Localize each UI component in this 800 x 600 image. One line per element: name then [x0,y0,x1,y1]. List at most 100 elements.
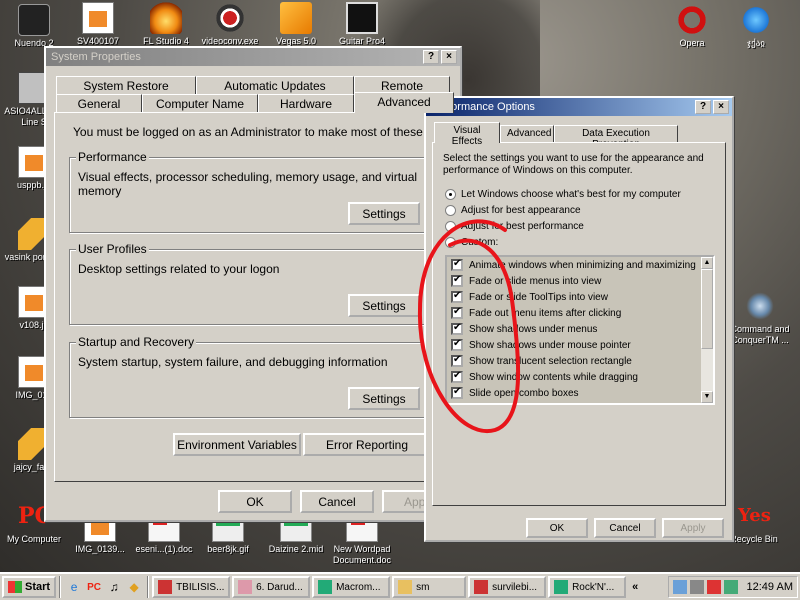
list-item[interactable]: Show window contents while dragging [451,370,638,383]
desktop-icon-label: Daizine 2.mid [268,544,324,554]
tag-quicklaunch-icon[interactable]: ◆ [125,578,143,596]
radio-label: Let Windows choose what's best for my co… [461,189,681,200]
list-item[interactable]: Show shadows under mouse pointer [451,338,631,351]
taskbar-button-label: survilebi... [492,581,538,593]
checkbox[interactable] [451,386,463,399]
radio-option[interactable]: Let Windows choose what's best for my co… [445,189,681,200]
tab-system-restore[interactable]: System Restore [56,76,196,94]
system-properties-window[interactable]: System Properties ? × System Restore Aut… [44,46,462,522]
close-button[interactable]: × [441,50,457,64]
checkbox[interactable] [451,306,463,319]
scroll-down-button[interactable]: ▼ [701,391,713,403]
visual-effects-list[interactable]: Animate windows when minimizing and maxi… [445,255,715,405]
checkbox-label: Show shadows under menus [469,323,598,335]
user-profiles-settings-button[interactable]: Settings [348,294,420,317]
cancel-button[interactable]: Cancel [300,490,374,513]
radio-option[interactable]: Custom: [445,237,498,248]
tab-automatic-updates[interactable]: Automatic Updates [196,76,354,94]
my-computer-quicklaunch-icon[interactable]: PC [85,578,103,596]
tab-computer-name[interactable]: Computer Name [142,94,258,112]
list-item[interactable]: Animate windows when minimizing and maxi… [451,258,696,271]
tab-general[interactable]: General [56,94,142,112]
desktop-icon[interactable]: SV400107 [60,2,136,47]
cancel-button[interactable]: Cancel [594,518,656,538]
ok-button[interactable]: OK [526,518,588,538]
desktop-icon[interactable]: Guitar Pro4 [324,2,400,47]
startup-recovery-label: Startup and Recovery [76,335,197,349]
taskbar-button[interactable]: TBILISIS... [152,576,231,598]
list-scrollbar[interactable]: ▲ ▼ [701,257,713,403]
close-button[interactable]: × [713,100,729,114]
help-button[interactable]: ? [423,50,439,64]
radio-option[interactable]: Adjust for best performance [445,221,584,232]
taskbar-button[interactable]: survilebi... [468,576,547,598]
nuendo-icon [18,4,50,36]
taskbar-separator [147,576,150,598]
performance-options-titlebar[interactable]: Performance Options ? × [426,98,732,116]
startup-recovery-settings-button[interactable]: Settings [348,387,420,410]
desktop-icon[interactable]: Vegas 5.0 [258,2,334,47]
taskbar-button[interactable]: Rock'N'... [548,576,627,598]
help-button[interactable]: ? [695,100,711,114]
taskbar: Start e PC ♫ ◆ TBILISIS... 6. Darud... Mac… [0,572,800,600]
ok-button[interactable]: OK [218,490,292,513]
list-item[interactable]: Fade or slide ToolTips into view [451,290,608,303]
list-item[interactable]: Fade out menu items after clicking [451,306,621,319]
network-icon[interactable] [672,580,687,594]
shield-icon[interactable] [706,580,721,594]
radio-button[interactable] [445,189,456,200]
performance-group: Performance Visual effects, processor sc… [69,150,445,233]
performance-settings-button[interactable]: Settings [348,202,420,225]
radio-button[interactable] [445,237,456,248]
desktop: Nuendo 2 ASIO4ALL Off-Line Susppb.jp vasin… [0,0,800,572]
taskbar-button[interactable]: sm [392,576,467,598]
system-properties-titlebar[interactable]: System Properties ? × [46,48,460,66]
tab-data-execution-prevention[interactable]: Data Execution Prevention [554,125,678,150]
ie-quicklaunch-icon[interactable]: e [65,578,83,596]
taskbar-button-label: 6. Darud... [256,581,303,593]
checkbox[interactable] [451,322,463,335]
taskbar-button[interactable]: Macrom... [312,576,391,598]
apply-button[interactable]: Apply [662,518,724,538]
list-item[interactable]: Show translucent selection rectangle [451,354,632,367]
start-button[interactable]: Start [2,576,57,598]
tab-advanced[interactable]: Advanced [500,125,554,143]
list-item[interactable]: Show shadows under menus [451,322,598,335]
app-icon [554,580,569,594]
tab-advanced[interactable]: Advanced [354,92,454,113]
checkbox[interactable] [451,338,463,351]
film-icon [346,2,378,34]
monitor-icon[interactable] [723,580,738,594]
volume-icon[interactable] [689,580,704,594]
startup-recovery-desc: System startup, system failure, and debu… [78,355,388,369]
scroll-up-button[interactable]: ▲ [701,257,713,269]
scroll-thumb[interactable] [701,269,713,349]
checkbox[interactable] [451,258,463,271]
radio-button[interactable] [445,221,456,232]
vegas-icon [280,2,312,34]
desktop-icon[interactable]: ჯქაჲ [718,4,794,49]
yes-icon: Yes [738,505,771,526]
environment-variables-button[interactable]: Environment Variables [173,433,301,456]
checkbox[interactable] [451,370,463,383]
desktop-icon[interactable]: videoconv.exe [192,2,268,47]
desktop-icon-label: New Wordpad Document.doc [332,544,392,565]
radio-option[interactable]: Adjust for best appearance [445,205,581,216]
checkbox[interactable] [451,354,463,367]
media-quicklaunch-icon[interactable]: ♫ [105,578,123,596]
taskbar-button[interactable]: 6. Darud... [232,576,311,598]
taskbar-button-label: Rock'N'... [572,581,615,593]
list-item[interactable]: Fade or slide menus into view [451,274,601,287]
error-reporting-button[interactable]: Error Reporting [303,433,431,456]
tab-visual-effects[interactable]: Visual Effects [434,122,500,147]
taskbar-button-label: sm [416,581,430,593]
performance-options-window[interactable]: Performance Options ? × Visual Effects A… [424,96,734,542]
list-item[interactable]: Slide open combo boxes [451,386,579,399]
checkbox[interactable] [451,274,463,287]
taskbar-more-button[interactable]: « [632,581,638,593]
tab-hardware[interactable]: Hardware [258,94,354,112]
checkbox-label: Show window contents while dragging [469,371,638,383]
radio-label: Adjust for best performance [461,221,584,232]
checkbox[interactable] [451,290,463,303]
radio-button[interactable] [445,205,456,216]
